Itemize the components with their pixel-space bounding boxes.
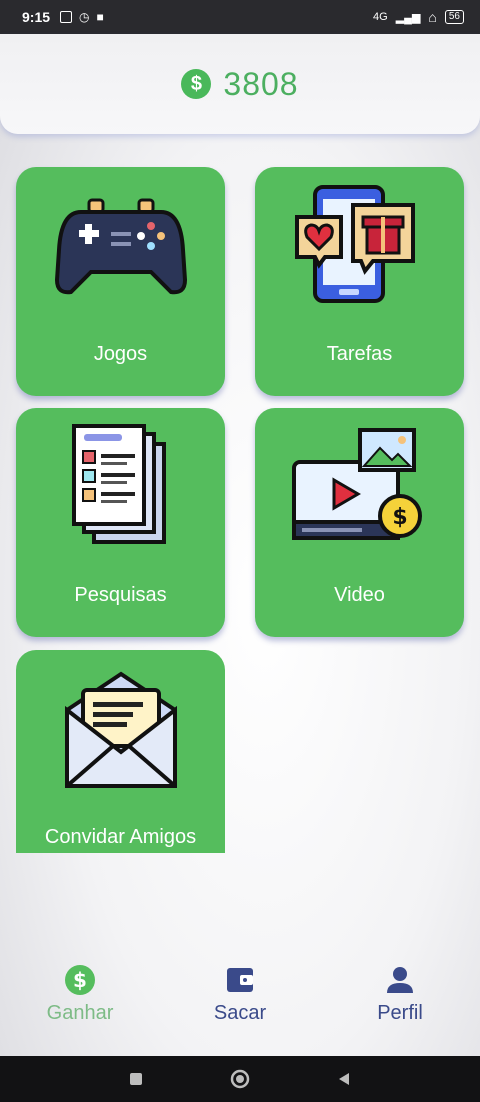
nav-ganhar[interactable]: $ Ganhar: [20, 964, 140, 1025]
person-icon: [387, 967, 413, 993]
video-money-icon: $: [290, 422, 430, 550]
notification-icon: [60, 11, 73, 23]
wallet-icon: [227, 968, 253, 992]
card-video[interactable]: $ Video: [255, 408, 464, 637]
phone-gift-icon: [294, 181, 425, 309]
wifi-icon: ⌂: [428, 9, 437, 25]
system-nav-bar: [0, 1056, 480, 1102]
card-convidar-amigos[interactable]: Convidar Amigos: [16, 650, 225, 853]
dollar-coin-icon: $: [181, 69, 212, 99]
card-tarefas[interactable]: Tarefas: [255, 167, 464, 396]
nav-label: Sacar: [213, 1002, 267, 1024]
battery-icon: 56: [444, 10, 464, 24]
card-label: Jogos: [93, 343, 148, 365]
dollar-coin-icon: $: [65, 965, 95, 995]
home-button[interactable]: [229, 1068, 251, 1090]
nav-label: Ganhar: [46, 1002, 114, 1024]
network-type: 4G: [373, 11, 388, 23]
camera-icon: ■: [96, 10, 104, 24]
card-label: Pesquisas: [74, 584, 167, 606]
nav-sacar[interactable]: Sacar: [180, 964, 300, 1025]
survey-icon: [66, 422, 176, 550]
svg-text:$: $: [392, 505, 407, 530]
gamepad-icon: [51, 181, 191, 309]
signal-icon: ▂▄▆: [395, 11, 421, 24]
card-pesquisas[interactable]: Pesquisas: [16, 408, 225, 637]
back-button[interactable]: [336, 1071, 352, 1087]
bottom-nav: $ Ganhar Sacar Perfil: [0, 950, 480, 1050]
status-bar: 9:15 ◷ ■ 4G ▂▄▆ ⌂ 56: [0, 0, 480, 34]
svg-text:$: $: [73, 968, 87, 992]
envelope-icon: [61, 664, 181, 792]
balance-value: 3808: [223, 65, 299, 102]
nav-perfil[interactable]: Perfil: [340, 964, 460, 1025]
balance-header: $ 3808: [0, 34, 480, 134]
alarm-icon: ◷: [79, 10, 90, 24]
nav-label: Perfil: [377, 1002, 423, 1024]
card-jogos[interactable]: Jogos: [16, 167, 225, 396]
card-label: Convidar Amigos: [44, 826, 197, 848]
card-label: Video: [334, 584, 385, 606]
status-time: 9:15: [22, 9, 51, 25]
card-label: Tarefas: [326, 343, 393, 365]
recents-button[interactable]: [128, 1071, 144, 1087]
